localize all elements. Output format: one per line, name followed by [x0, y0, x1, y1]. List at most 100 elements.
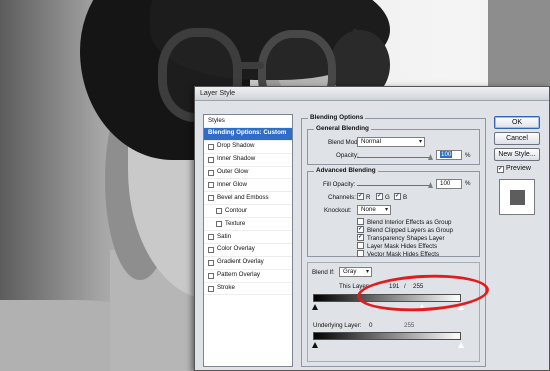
preview-swatch: [499, 179, 535, 215]
knockout-label: Knockout:: [324, 207, 352, 214]
style-item-checkbox[interactable]: [208, 233, 214, 240]
style-item[interactable]: Texture: [204, 218, 292, 232]
cancel-button[interactable]: Cancel: [494, 132, 540, 145]
styles-list: Styles Blending Options: Custom Drop Shad…: [203, 114, 293, 367]
blending-options-title: Blending Options: [308, 114, 366, 121]
underlying-layer-white-slider[interactable]: [458, 342, 464, 348]
opacity-input[interactable]: 100: [436, 150, 462, 160]
check-mark-icon: ✓: [498, 166, 504, 172]
advanced-option-checkbox[interactable]: [357, 250, 364, 257]
layer-style-dialog: Layer Style Styles Blending Options: Cus…: [194, 86, 550, 371]
style-item-checkbox[interactable]: [208, 143, 214, 150]
chevron-down-icon: ▾: [365, 269, 369, 275]
style-item-checkbox[interactable]: [208, 182, 214, 189]
style-item-checkbox[interactable]: [208, 246, 214, 253]
style-item-label: Gradient Overlay: [217, 258, 264, 266]
style-item-checkbox[interactable]: [208, 156, 214, 163]
advanced-option-label: Transparency Shapes Layer: [367, 235, 445, 242]
underlying-layer-gradient-bar[interactable]: [313, 332, 461, 340]
advanced-option-label: Blend Interior Effects as Group: [367, 219, 452, 226]
advanced-option-label: Blend Clipped Layers as Group: [367, 227, 453, 234]
advanced-option-checkbox[interactable]: ✓: [357, 234, 364, 241]
style-item[interactable]: Satin: [204, 231, 292, 244]
dialog-title[interactable]: Layer Style: [195, 87, 549, 101]
underlying-layer-label: Underlying Layer:: [313, 322, 362, 329]
style-item[interactable]: Color Overlay: [204, 244, 292, 257]
style-item-label: Inner Glow: [217, 180, 247, 188]
style-item-label: Bevel and Emboss: [217, 193, 269, 201]
style-item[interactable]: Inner Shadow: [204, 154, 292, 167]
opacity-slider-track[interactable]: [357, 157, 431, 158]
style-item[interactable]: Gradient Overlay: [204, 257, 292, 270]
channel-b-label: B: [403, 194, 408, 201]
blend-mode-value: Normal: [361, 138, 381, 145]
ok-button[interactable]: OK: [494, 116, 540, 129]
this-layer-black-slider[interactable]: [312, 304, 318, 310]
general-blending-group: General Blending Blend Mode: Normal ▾ Op…: [307, 125, 480, 165]
advanced-option-checkbox[interactable]: [357, 218, 364, 225]
style-item[interactable]: Blending Options: Custom: [204, 127, 292, 141]
channel-r-label: R: [366, 194, 371, 201]
blend-mode-select[interactable]: Normal ▾: [357, 137, 425, 147]
underlying-layer-high-value: 255: [404, 322, 415, 329]
style-item[interactable]: Contour: [204, 205, 292, 219]
knockout-select[interactable]: None ▾: [357, 205, 391, 215]
style-item-checkbox[interactable]: [208, 272, 214, 279]
underlying-layer-black-slider[interactable]: [312, 342, 318, 348]
chevron-down-icon: ▾: [418, 139, 422, 145]
style-item-checkbox[interactable]: [208, 169, 214, 176]
fill-opacity-input[interactable]: 100: [436, 179, 462, 189]
blend-if-label: Blend If:: [312, 269, 335, 276]
style-item-checkbox[interactable]: [208, 259, 214, 266]
style-item-checkbox[interactable]: [216, 221, 222, 228]
style-item[interactable]: Stroke: [204, 283, 292, 296]
fill-opacity-label: Fill Opacity:: [323, 181, 356, 188]
style-item-checkbox[interactable]: [216, 208, 222, 215]
styles-list-heading[interactable]: Styles: [204, 115, 292, 128]
preview-checkbox[interactable]: ✓: [497, 166, 504, 173]
preview-label: Preview: [506, 165, 531, 172]
fill-opacity-value: 100: [440, 180, 451, 187]
style-item-label: Satin: [217, 232, 232, 240]
preview-swatch-fill: [510, 190, 525, 205]
style-item[interactable]: Outer Glow: [204, 167, 292, 180]
advanced-blending-title: Advanced Blending: [314, 167, 378, 174]
channel-r-checkbox[interactable]: ✓: [357, 193, 364, 200]
style-item-label: Drop Shadow: [217, 142, 255, 150]
style-item-label: Stroke: [217, 284, 235, 292]
check-mark-icon: ✓: [395, 193, 401, 199]
general-blending-title: General Blending: [314, 125, 371, 132]
style-item[interactable]: Drop Shadow: [204, 141, 292, 154]
fill-opacity-slider-track[interactable]: [357, 185, 431, 186]
fill-opacity-unit: %: [465, 180, 471, 187]
knockout-value: None: [361, 206, 376, 213]
underlying-layer-low-value: 0: [369, 322, 373, 329]
opacity-label: Opacity:: [336, 152, 359, 159]
style-item-checkbox[interactable]: [208, 285, 214, 292]
style-item[interactable]: Bevel and Emboss: [204, 192, 292, 206]
check-mark-icon: ✓: [358, 193, 364, 199]
style-item-label: Inner Shadow: [217, 155, 256, 163]
style-item-label: Texture: [225, 219, 246, 227]
new-style-button[interactable]: New Style...: [494, 148, 540, 161]
advanced-option-checkbox[interactable]: ✓: [357, 226, 364, 233]
opacity-value: 100: [440, 151, 453, 158]
check-mark-icon: ✓: [358, 234, 364, 240]
check-mark-icon: ✓: [377, 193, 383, 199]
style-item[interactable]: Inner Glow: [204, 179, 292, 193]
styles-list-items: Blending Options: Custom Drop Shadow Inner…: [204, 127, 292, 296]
style-item-checkbox[interactable]: [208, 195, 214, 202]
check-mark-icon: ✓: [358, 226, 364, 232]
style-item-label: Contour: [225, 206, 248, 214]
advanced-option-label: Layer Mask Hides Effects: [367, 243, 438, 250]
advanced-option-checkbox[interactable]: [357, 242, 364, 249]
channel-g-checkbox[interactable]: ✓: [376, 193, 383, 200]
channel-b-checkbox[interactable]: ✓: [394, 193, 401, 200]
style-item-label: Pattern Overlay: [217, 271, 260, 279]
opacity-unit: %: [465, 152, 471, 159]
style-item-label: Color Overlay: [217, 245, 255, 253]
style-item-label: Blending Options: Custom: [208, 129, 287, 137]
advanced-option-label: Vector Mask Hides Effects: [367, 251, 440, 258]
blend-if-select[interactable]: Gray ▾: [339, 267, 372, 277]
style-item[interactable]: Pattern Overlay: [204, 270, 292, 283]
